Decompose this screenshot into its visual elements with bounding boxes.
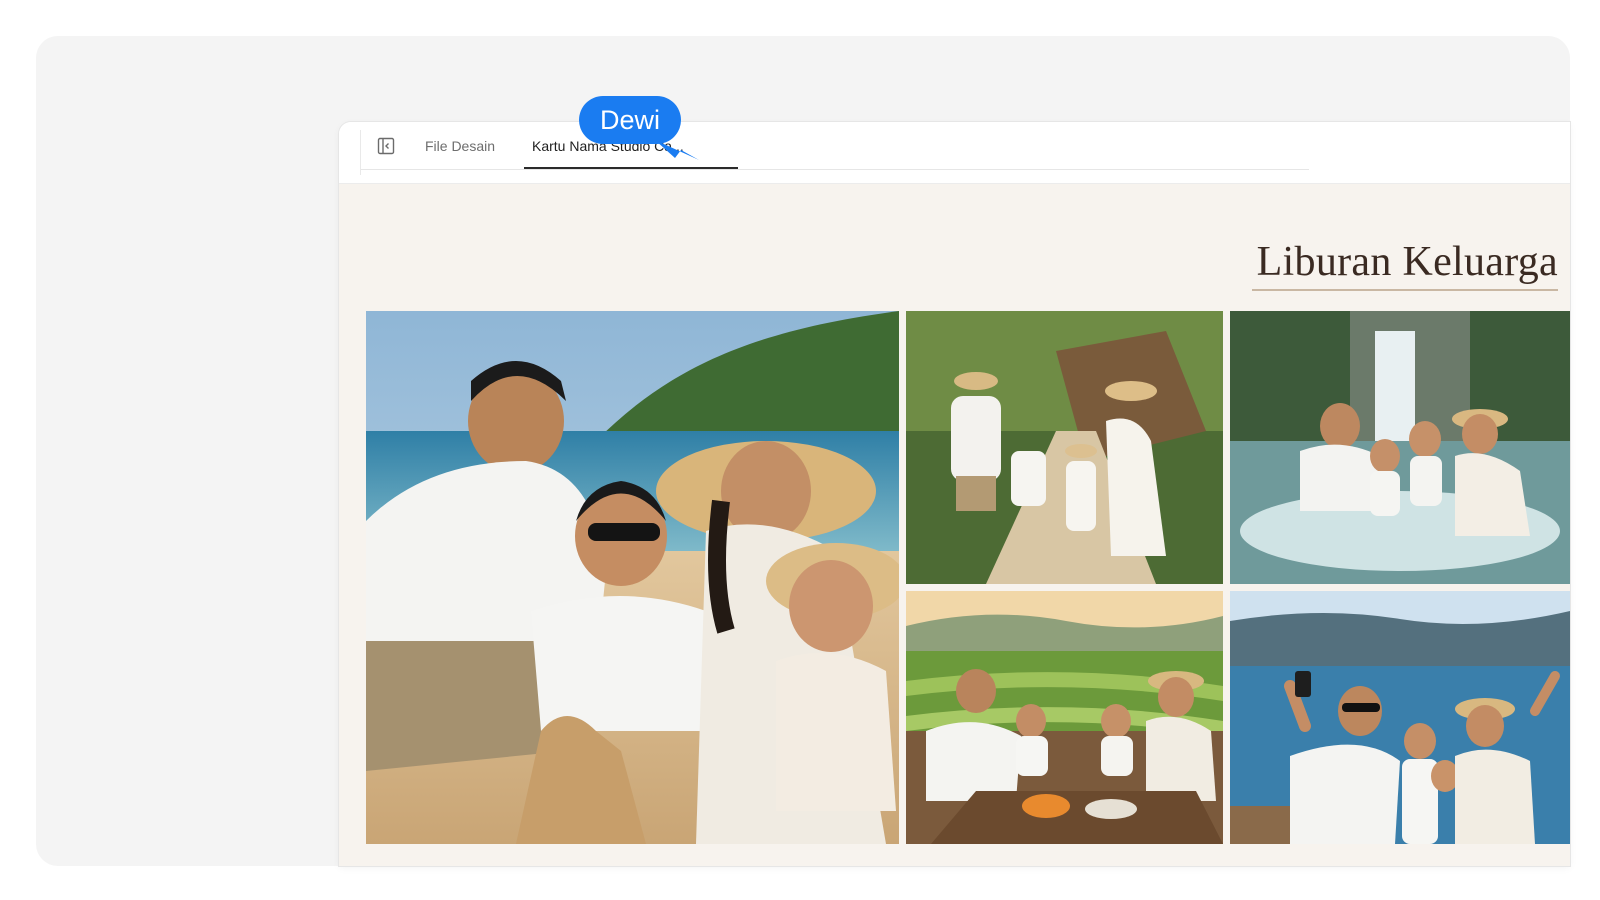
- photo-beach-family[interactable]: [366, 311, 899, 844]
- photo-village-walk[interactable]: [906, 311, 1223, 584]
- photo-waterfall-splash[interactable]: [1230, 311, 1570, 584]
- tabbar-line: [361, 169, 1309, 170]
- photo-lake-selfie[interactable]: [1230, 591, 1570, 844]
- tab-file-desain[interactable]: File Desain: [425, 138, 495, 154]
- sidebar-toggle-icon[interactable]: [377, 137, 395, 155]
- app-window: File Desain Kartu Nama Studio Ca... Libu…: [339, 122, 1570, 866]
- photo-rice-terrace-meal[interactable]: [906, 591, 1223, 844]
- collaborator-cursor-pointer-icon: [655, 140, 699, 160]
- tab-bar: File Desain Kartu Nama Studio Ca...: [339, 122, 1570, 184]
- title-underline: [1252, 289, 1558, 291]
- design-canvas[interactable]: Liburan Keluarga: [339, 184, 1570, 866]
- page-title[interactable]: Liburan Keluarga: [1257, 238, 1558, 286]
